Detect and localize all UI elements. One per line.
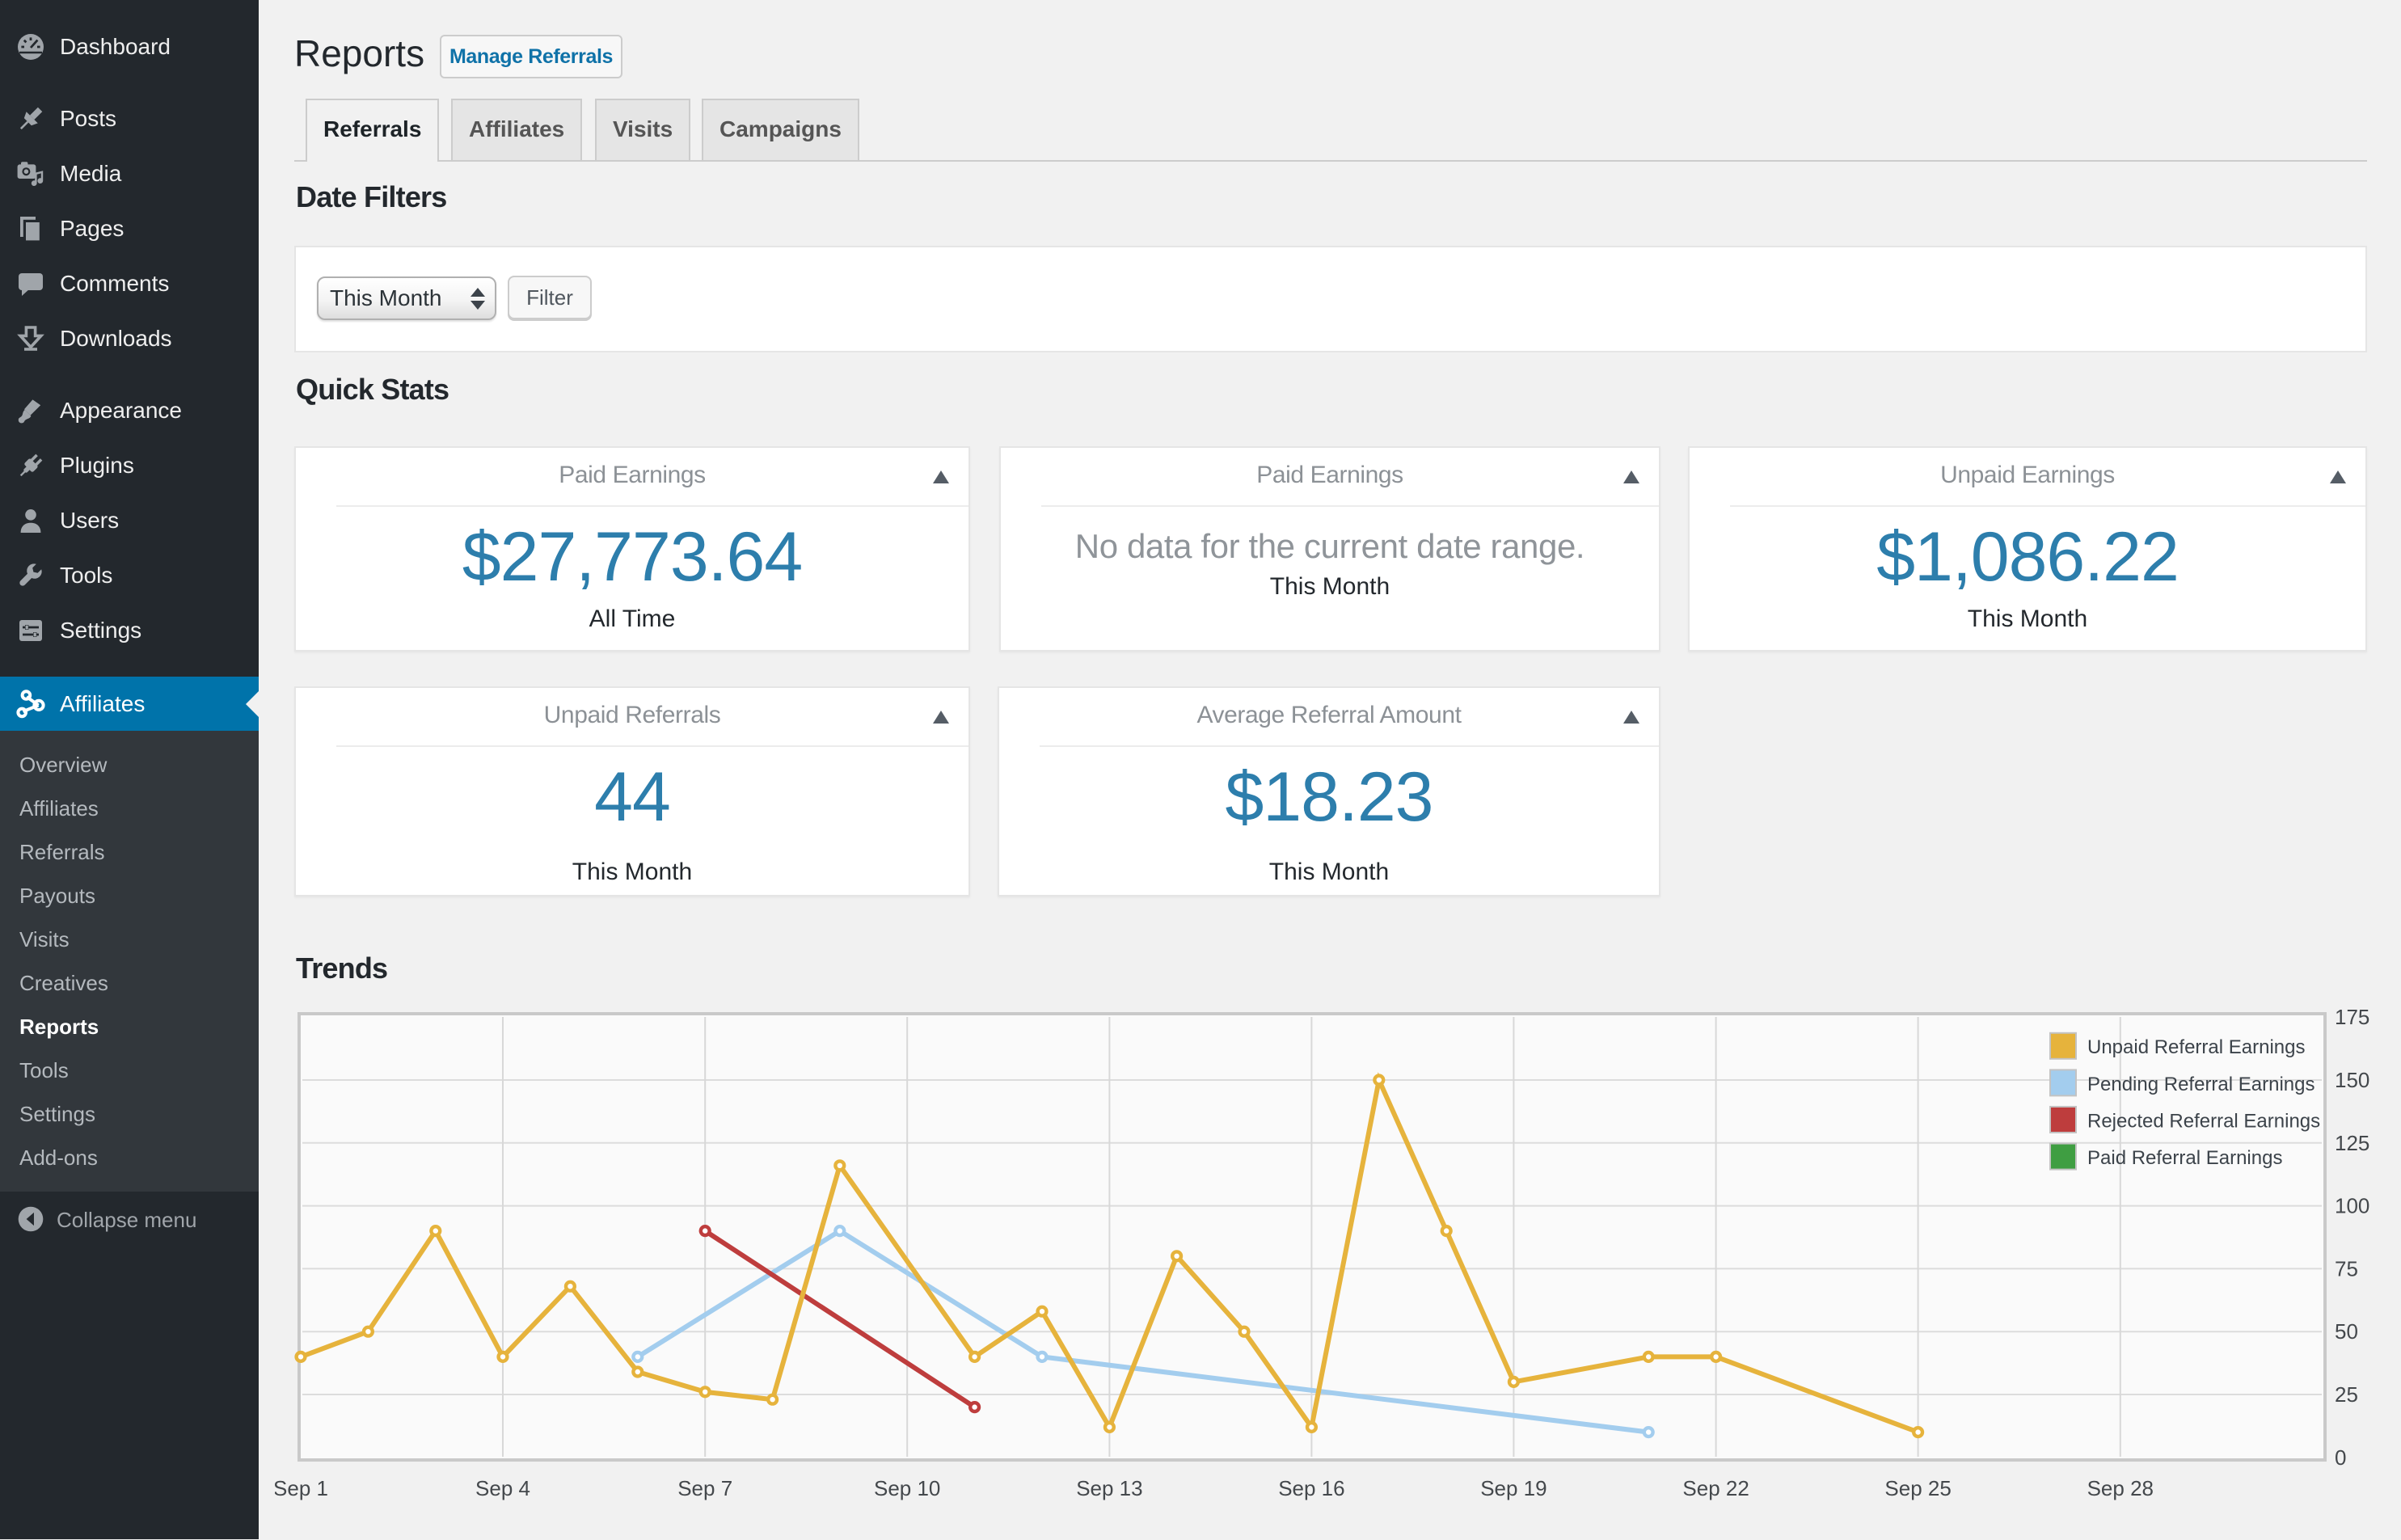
svg-text:Sep 10: Sep 10 <box>874 1476 940 1500</box>
svg-text:Sep 16: Sep 16 <box>1278 1476 1344 1500</box>
svg-text:25: 25 <box>2335 1382 2358 1407</box>
svg-text:125: 125 <box>2335 1131 2369 1155</box>
svg-text:150: 150 <box>2335 1068 2369 1092</box>
svg-text:Sep 25: Sep 25 <box>1884 1476 1951 1500</box>
svg-text:175: 175 <box>2335 1005 2369 1029</box>
svg-text:Sep 13: Sep 13 <box>1076 1476 1142 1500</box>
svg-text:Sep 4: Sep 4 <box>475 1476 530 1500</box>
svg-text:Rejected Referral Earnings: Rejected Referral Earnings <box>2087 1110 2320 1132</box>
svg-text:Sep 1: Sep 1 <box>275 1476 328 1500</box>
svg-text:Sep 19: Sep 19 <box>1480 1476 1547 1500</box>
svg-text:Sep 7: Sep 7 <box>677 1476 732 1500</box>
svg-text:0: 0 <box>2335 1445 2346 1470</box>
svg-text:Paid Referral Earnings: Paid Referral Earnings <box>2087 1147 2282 1169</box>
svg-text:Unpaid Referral Earnings: Unpaid Referral Earnings <box>2087 1036 2305 1058</box>
svg-text:Sep 22: Sep 22 <box>1682 1476 1749 1500</box>
svg-text:Sep 28: Sep 28 <box>2087 1476 2154 1500</box>
svg-text:100: 100 <box>2335 1194 2369 1218</box>
svg-text:50: 50 <box>2335 1319 2358 1344</box>
svg-text:75: 75 <box>2335 1256 2358 1281</box>
svg-text:Pending Referral Earnings: Pending Referral Earnings <box>2087 1074 2315 1095</box>
